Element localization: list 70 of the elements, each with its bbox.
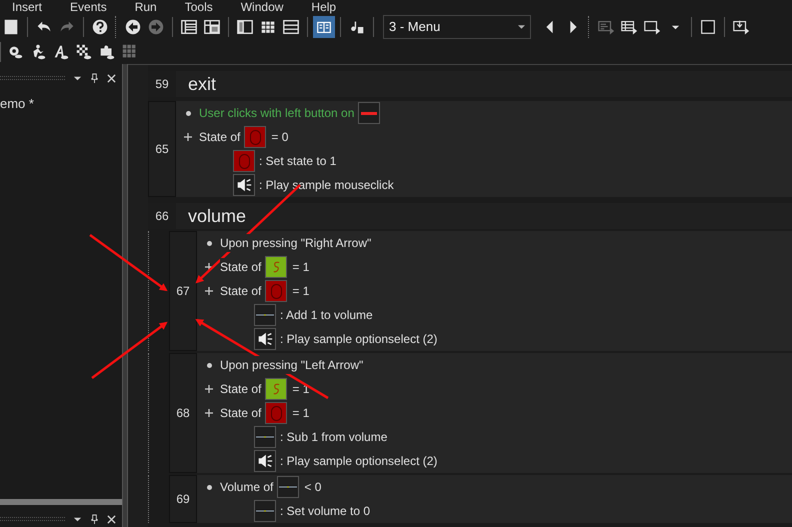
speaker-object-icon [254, 450, 276, 472]
dropdown-icon[interactable] [73, 514, 82, 524]
close-icon[interactable] [107, 74, 116, 82]
action-text[interactable]: : Play sample mouseclick [259, 176, 394, 194]
help-icon [91, 18, 109, 36]
menu-item[interactable]: Window [240, 0, 284, 14]
line-number: 67 [176, 283, 190, 300]
action-text[interactable]: : Play sample optionselect (2) [280, 452, 438, 470]
menu-item[interactable]: Run [134, 0, 157, 14]
action-text[interactable]: : Play sample optionselect (2) [280, 330, 438, 348]
menu-item[interactable]: Events [70, 0, 107, 14]
rows-icon [282, 18, 300, 36]
frame-icon [643, 18, 661, 36]
grid-view-icon [203, 18, 221, 36]
puzzle-eye-icon [98, 43, 116, 61]
line-number: 69 [176, 491, 190, 508]
comment-icon [597, 18, 615, 36]
pin-icon[interactable] [90, 514, 99, 524]
menu-item[interactable]: Tools [184, 0, 213, 14]
circle-object-icon [265, 280, 288, 302]
speaker-object-icon [233, 174, 255, 196]
line-number: 59 [155, 76, 169, 93]
action-text[interactable]: : Add 1 to volume [280, 306, 373, 324]
square-icon [699, 18, 717, 36]
circle-object-icon [265, 402, 288, 424]
circle-object-icon [244, 126, 266, 148]
toggle-button[interactable] [313, 16, 335, 38]
bar-object-icon [358, 102, 380, 124]
menu-item[interactable]: Insert [12, 0, 42, 14]
condition-value: < 0 [304, 479, 322, 496]
scrollbar[interactable] [0, 499, 122, 505]
counter-object-icon [254, 500, 276, 522]
condition-value: = 1 [292, 283, 310, 300]
dropdown-arrow-icon [518, 25, 525, 29]
counter-object-icon [254, 304, 276, 326]
list-view-icon [180, 18, 198, 36]
circle-object-icon [233, 150, 255, 172]
event-card[interactable]: User clicks with left button on State of = 0 : Set state to 1 : Play sample mouseclick [176, 101, 792, 197]
table-icon [620, 18, 638, 36]
dropdown-icon[interactable] [73, 74, 82, 82]
line-number: 65 [155, 141, 169, 158]
condition-value: = 1 [292, 405, 310, 422]
event-card[interactable]: Upon pressing "Right Arrow" State of = 1 State of = 1 : Add 1 to volume : Play sample optionselect (2) [197, 231, 792, 351]
caret-icon [670, 22, 680, 32]
counter-object-icon [254, 426, 276, 448]
insert-frame-icon [732, 18, 750, 36]
letter-s-object-icon [265, 256, 288, 278]
checker-eye-icon [75, 43, 93, 61]
condition-text[interactable]: Upon pressing "Right Arrow" [220, 234, 372, 252]
letter-eye-icon [52, 43, 70, 61]
side-panel-icon [236, 18, 254, 36]
pin-icon[interactable] [90, 72, 99, 84]
workspace-item[interactable]: emo * [0, 94, 122, 114]
condition-value: = 0 [271, 129, 288, 146]
action-text[interactable]: : Set state to 1 [259, 152, 336, 170]
line-number: 66 [155, 208, 169, 225]
action-text[interactable]: : Sub 1 from volume [280, 428, 388, 446]
group-header[interactable]: exit [176, 71, 792, 97]
group-header[interactable]: volume [176, 203, 792, 229]
frame-dropdown[interactable]: 3 - Menu [383, 15, 531, 39]
counter-object-icon [277, 476, 300, 498]
event-card[interactable]: Volume of < 0 : Set volume to 0 [197, 475, 792, 523]
speaker-object-icon [254, 328, 276, 350]
condition-text[interactable]: Upon pressing "Left Arrow" [220, 356, 364, 374]
condition-value: = 1 [292, 259, 310, 276]
close-icon[interactable] [107, 514, 116, 524]
line-number: 68 [176, 405, 190, 422]
letter-s-object-icon [265, 378, 288, 400]
action-text[interactable]: : Set volume to 0 [280, 502, 370, 520]
menu-item[interactable]: Help [311, 0, 336, 14]
